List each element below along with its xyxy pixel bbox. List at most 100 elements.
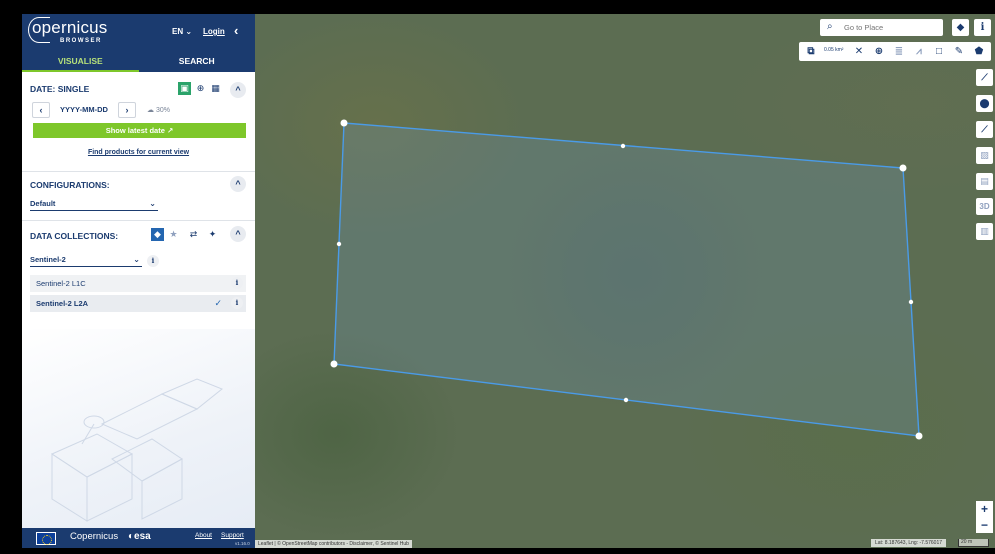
collapse-date-section-icon[interactable]: ^ (230, 82, 246, 98)
polygon-midpoint[interactable] (908, 299, 914, 305)
info-icon[interactable]: i (231, 277, 243, 289)
show-latest-date-button[interactable]: Show latest date ↗ (33, 123, 246, 138)
find-products-link[interactable]: Find products for current view (22, 149, 255, 156)
area-of-interest-polygon[interactable] (333, 122, 920, 437)
checkmark-icon: ✓ (214, 298, 222, 308)
chevron-down-icon: ⌄ (149, 199, 156, 208)
rectangle-draw-icon[interactable]: □ (932, 44, 946, 59)
compare-icon[interactable]: ⇄ (187, 228, 200, 241)
eu-flag-icon (36, 532, 56, 545)
map-view[interactable]: ⌕ ◆ i ⧉ 0.05 km² ✕ ⊕ ≣ ⩘ □ ✎ ⬟ ⟋ ⬤ ⟋ ▨ ▤… (255, 14, 995, 548)
map-toolbar: ⧉ 0.05 km² ✕ ⊕ ≣ ⩘ □ ✎ ⬟ (799, 42, 991, 61)
star-icon[interactable]: ★ (167, 228, 180, 241)
statistics-icon[interactable]: ≣ (892, 44, 906, 59)
sidebar-footer: Copernicus ◐esa About Support v1.16.0 (22, 528, 255, 548)
logo-subtitle: BROWSER (60, 38, 102, 44)
copy-icon[interactable]: ⧉ (804, 44, 818, 59)
histogram-icon[interactable]: ▥ (976, 223, 993, 240)
tab-visualise[interactable]: VISUALISE (22, 52, 139, 72)
sidebar-tabs: VISUALISE SEARCH (22, 52, 255, 72)
go-to-place-search[interactable]: ⌕ (820, 19, 943, 36)
data-collections-title: DATA COLLECTIONS: (30, 231, 119, 241)
data-collection-select[interactable]: Sentinel-2 ⌄ (30, 253, 142, 267)
divider (22, 171, 255, 172)
chevron-down-icon: ⌄ (133, 255, 140, 264)
search-input[interactable] (844, 21, 938, 34)
polygon-midpoint[interactable] (336, 241, 342, 247)
polygon-vertex[interactable] (340, 119, 348, 127)
login-link[interactable]: Login (203, 27, 225, 36)
location-pin-icon[interactable]: ⬤ (976, 95, 993, 112)
copernicus-browser-logo[interactable]: opernicus BROWSER (28, 17, 108, 45)
copernicus-footer-word: opernicus (76, 531, 119, 542)
collection-item-sentinel-2-l1c[interactable]: Sentinel-2 L1C i (30, 275, 246, 292)
support-link[interactable]: Support (221, 532, 244, 539)
zoom-in-button[interactable]: + (976, 501, 993, 517)
pencil-icon[interactable]: ✎ (952, 44, 966, 59)
language-label: EN (172, 27, 184, 36)
version-label: v1.16.0 (235, 541, 250, 546)
ruler-icon[interactable]: ⟋ (976, 121, 993, 138)
collection-item-label: Sentinel-2 L2A (36, 299, 89, 308)
tab-search[interactable]: SEARCH (139, 52, 256, 72)
satellite-drawing-icon (50, 378, 223, 522)
previous-date-button[interactable]: ‹ (32, 102, 50, 118)
globe-icon[interactable]: ⊕ (194, 82, 207, 95)
collection-item-sentinel-2-l2a[interactable]: Sentinel-2 L2A ✓ i (30, 295, 246, 312)
about-link[interactable]: About (195, 532, 212, 539)
cloud-coverage[interactable]: ☁ 30% (147, 106, 170, 114)
3d-icon[interactable]: 3D (976, 198, 993, 215)
pin-icon[interactable]: ✦ (206, 228, 219, 241)
arrow-up-right-icon: ↗ (166, 126, 174, 135)
info-icon[interactable]: i (231, 297, 243, 309)
cloud-coverage-value: 30% (155, 107, 170, 114)
date-input[interactable]: YYYY-MM-DD (50, 102, 118, 118)
map-attribution[interactable]: Leaflet | © OpenStreetMap contributors -… (255, 540, 412, 548)
layers-icon[interactable]: ◆ (151, 228, 164, 241)
layers-toggle-icon[interactable]: ◆ (952, 19, 969, 36)
center-icon[interactable]: ⊕ (872, 44, 886, 59)
info-icon[interactable]: i (974, 19, 991, 36)
sidebar-header: opernicus BROWSER EN ⌄ Login ‹ (22, 14, 255, 52)
drawn-polygon[interactable] (255, 14, 995, 548)
app-window: opernicus BROWSER EN ⌄ Login ‹ VISUALISE… (0, 0, 995, 554)
timelapse-icon[interactable]: ▤ (976, 173, 993, 190)
cloud-icon: ☁ (147, 107, 154, 114)
sidebar: opernicus BROWSER EN ⌄ Login ‹ VISUALISE… (22, 14, 255, 548)
esa-word: esa (134, 531, 151, 542)
show-latest-label: Show latest date (105, 126, 165, 135)
collapse-data-collections-icon[interactable]: ^ (230, 226, 246, 242)
polygon-draw-icon[interactable]: ⬟ (972, 44, 986, 59)
scale-bar: 20 m (958, 539, 989, 547)
esa-logo[interactable]: ◐esa (128, 531, 151, 542)
polygon-vertex[interactable] (899, 164, 907, 172)
collapse-configurations-icon[interactable]: ^ (230, 176, 246, 192)
copernicus-footer-logo[interactable]: Copernicus (70, 531, 118, 542)
language-selector[interactable]: EN ⌄ (172, 27, 192, 36)
single-date-calendar-icon[interactable]: ▣ (178, 82, 191, 95)
zoom-out-button[interactable]: − (976, 517, 993, 533)
polygon-vertex[interactable] (330, 360, 338, 368)
line-chart-icon[interactable]: ⩘ (912, 44, 926, 59)
configurations-title: CONFIGURATIONS: (30, 180, 110, 190)
satellite-illustration (22, 329, 255, 529)
collapse-sidebar-icon[interactable]: ‹ (234, 23, 238, 38)
area-value: 0.05 km² (824, 47, 844, 53)
data-collection-selected: Sentinel-2 (30, 255, 66, 264)
image-download-icon[interactable]: ▨ (976, 147, 993, 164)
measure-icon[interactable]: ⟋ (976, 69, 993, 86)
configuration-select[interactable]: Default ⌄ (30, 197, 158, 211)
calendar-range-icon[interactable]: ▦ (209, 82, 222, 95)
date-picker: ‹ YYYY-MM-DD › (32, 102, 136, 118)
polygon-vertex[interactable] (915, 432, 923, 440)
polygon-midpoint[interactable] (623, 397, 629, 403)
polygon-midpoint[interactable] (620, 143, 626, 149)
date-section-title: DATE: SINGLE (30, 84, 90, 94)
next-date-button[interactable]: › (118, 102, 136, 118)
search-icon: ⌕ (827, 21, 833, 32)
clear-icon[interactable]: ✕ (852, 44, 866, 59)
logo-c-icon: C (70, 531, 77, 542)
chevron-down-icon: ⌄ (185, 27, 193, 36)
info-icon[interactable]: i (147, 255, 159, 267)
collection-item-label: Sentinel-2 L1C (36, 279, 86, 288)
